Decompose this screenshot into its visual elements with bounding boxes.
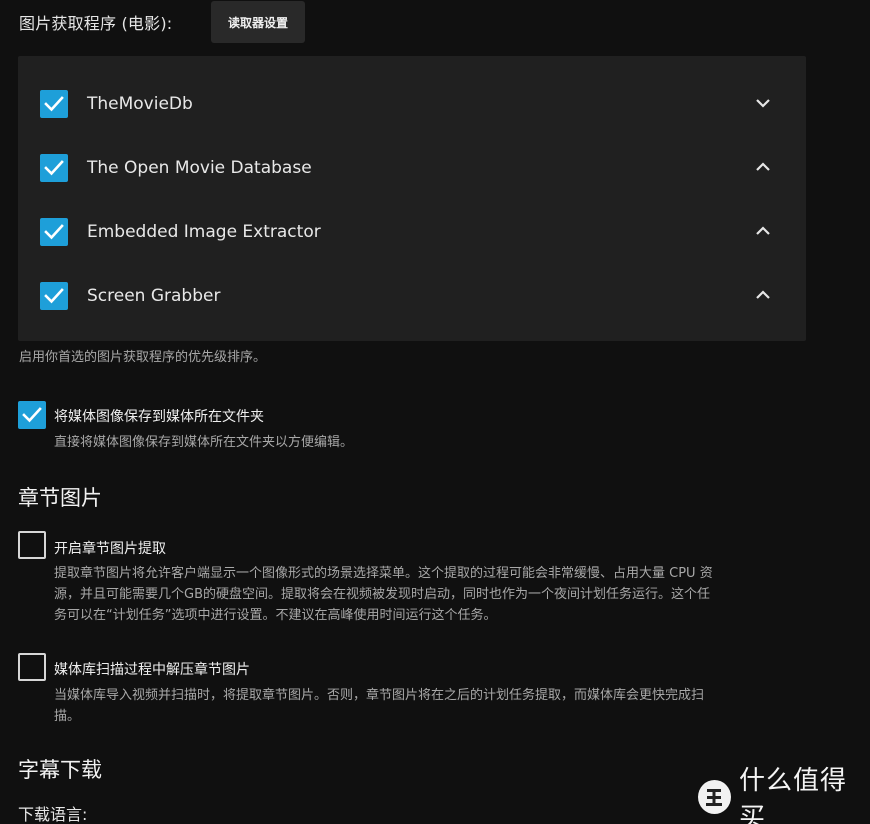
check-icon — [22, 407, 42, 423]
chapter-extract-description-line-1: 提取章节图片将允许客户端显示一个图像形式的场景选择菜单。这个提取的过程可能会非常… — [54, 566, 713, 581]
chapter-extract-checkbox[interactable] — [18, 531, 46, 559]
fetcher-name: Screen Grabber — [87, 286, 221, 306]
check-icon — [44, 288, 64, 304]
chevron-up-icon[interactable] — [754, 224, 772, 238]
fetcher-name: Embedded Image Extractor — [87, 222, 321, 242]
fetcher-order-hint: 启用你首选的图片获取程序的优先级排序。 — [19, 350, 267, 365]
fetcher-checkbox[interactable] — [40, 218, 68, 246]
fetcher-name: TheMovieDb — [87, 94, 193, 114]
check-icon — [44, 224, 64, 240]
chapter-extract-description-line-3: 务可以在“计划任务”选项中进行设置。不建议在高峰使用时间运行这个任务。 — [54, 608, 497, 623]
library-image-settings-page: 图片获取程序 (电影): 读取器设置 TheMovieDb The Open M… — [0, 0, 870, 824]
chapter-during-scan-label[interactable]: 媒体库扫描过程中解压章节图片 — [54, 659, 250, 679]
save-local-label[interactable]: 将媒体图像保存到媒体所在文件夹 — [54, 406, 264, 426]
image-fetchers-header: 图片获取程序 (电影): — [19, 0, 172, 44]
fetcher-checkbox[interactable] — [40, 90, 68, 118]
download-languages-label: 下载语言: — [18, 805, 88, 824]
chapter-extract-description-line-2: 源，并且可能需要几个GB的硬盘空间。提取将会在视频被发现时启动，同时也作为一个夜… — [54, 587, 710, 602]
fetcher-name: The Open Movie Database — [87, 158, 312, 178]
save-local-description: 直接将媒体图像保存到媒体所在文件夹以方便编辑。 — [54, 435, 354, 450]
fetcher-item-omdb: The Open Movie Database — [18, 136, 806, 200]
chapter-images-title: 章节图片 — [18, 486, 102, 510]
chevron-up-icon[interactable] — [754, 160, 772, 174]
fetcher-item-screen-grabber: Screen Grabber — [18, 264, 806, 328]
fetcher-checkbox[interactable] — [40, 154, 68, 182]
check-icon — [44, 96, 64, 112]
image-fetcher-list: TheMovieDb The Open Movie Database Embed… — [18, 56, 806, 341]
chapter-during-scan-checkbox[interactable] — [18, 653, 46, 681]
chapter-extract-label[interactable]: 开启章节图片提取 — [54, 538, 166, 558]
watermark-logo-icon — [698, 780, 731, 814]
chevron-up-icon[interactable] — [754, 288, 772, 302]
save-local-checkbox[interactable] — [18, 401, 46, 429]
check-icon — [44, 160, 64, 176]
chapter-during-scan-description-line-1: 当媒体库导入视频并扫描时，将提取章节图片。否则，章节图片将在之后的计划任务提取，… — [54, 688, 705, 703]
fetcher-item-embedded-image-extractor: Embedded Image Extractor — [18, 200, 806, 264]
fetcher-item-themoviedb: TheMovieDb — [18, 72, 806, 136]
image-fetchers-label: 图片获取程序 (电影): — [19, 14, 173, 33]
watermark-text: 什么值得买 — [738, 766, 847, 824]
reader-settings-button[interactable]: 读取器设置 — [211, 1, 305, 43]
fetcher-checkbox[interactable] — [40, 282, 68, 310]
watermark: 什么值得买 — [698, 766, 870, 824]
watermark-logo-glyph — [706, 789, 723, 806]
subtitle-download-title: 字幕下载 — [18, 758, 102, 782]
chevron-down-icon[interactable] — [754, 96, 772, 110]
chapter-during-scan-description-line-2: 描。 — [54, 709, 81, 724]
